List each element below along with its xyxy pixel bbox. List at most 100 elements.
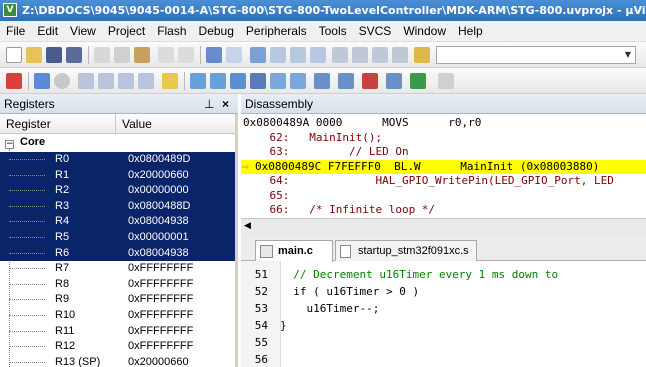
- uncomment-icon[interactable]: [392, 47, 408, 63]
- register-value[interactable]: 0xFFFFFFFF: [128, 339, 193, 355]
- register-value[interactable]: 0x0800488D: [128, 199, 190, 215]
- step-over-icon[interactable]: [98, 73, 114, 89]
- register-value[interactable]: 0x00000000: [128, 183, 189, 199]
- register-value[interactable]: 0x20000660: [128, 355, 189, 367]
- menu-flash[interactable]: Flash: [151, 21, 192, 42]
- tab-startup-s[interactable]: startup_stm32f091xc.s: [335, 240, 477, 261]
- disassembly-line[interactable]: 62: MainInit();: [241, 131, 646, 145]
- cut-icon[interactable]: [94, 47, 110, 63]
- show-next-statement-icon[interactable]: [162, 73, 178, 89]
- source-line[interactable]: 54}: [241, 317, 287, 334]
- nav-forward-icon[interactable]: [226, 47, 242, 63]
- horizontal-scrollbar[interactable]: ◀: [241, 218, 646, 237]
- comment-icon[interactable]: [372, 47, 388, 63]
- watch-window-icon[interactable]: [290, 73, 306, 89]
- save-icon[interactable]: [46, 47, 62, 63]
- save-all-icon[interactable]: [66, 47, 82, 63]
- stop-icon[interactable]: [54, 73, 70, 89]
- register-row[interactable]: R10 0xFFFFFFFF: [0, 308, 235, 324]
- system-viewer-icon[interactable]: [410, 73, 426, 89]
- register-column-header[interactable]: Register: [0, 114, 116, 134]
- step-out-icon[interactable]: [118, 73, 134, 89]
- menu-peripherals[interactable]: Peripherals: [240, 21, 313, 42]
- register-row[interactable]: R9 0xFFFFFFFF: [0, 292, 235, 308]
- call-stack-icon[interactable]: [270, 73, 286, 89]
- menu-debug[interactable]: Debug: [193, 21, 240, 42]
- register-row[interactable]: R11 0xFFFFFFFF: [0, 324, 235, 340]
- tab-main-c[interactable]: main.c: [255, 240, 333, 262]
- menu-view[interactable]: View: [64, 21, 102, 42]
- register-row[interactable]: R0 0x0800489D: [0, 152, 235, 168]
- register-value[interactable]: 0xFFFFFFFF: [128, 324, 193, 340]
- register-value[interactable]: 0x20000660: [128, 168, 189, 184]
- open-folder-icon[interactable]: [26, 47, 42, 63]
- register-row[interactable]: R6 0x08004938: [0, 245, 235, 262]
- symbols-window-icon[interactable]: [230, 73, 246, 89]
- disassembly-window-icon[interactable]: [210, 73, 226, 89]
- value-column-header[interactable]: Value: [116, 114, 235, 134]
- core-group-label[interactable]: Core: [20, 136, 45, 148]
- source-line[interactable]: 51 // Decrement u16Timer every 1 ms down…: [241, 266, 558, 283]
- menu-project[interactable]: Project: [102, 21, 151, 42]
- current-instruction-line[interactable]: ⇨ 0x0800489C F7FEFFF0 BL.W MainInit (0x08…: [241, 159, 646, 174]
- register-value[interactable]: 0xFFFFFFFF: [128, 277, 193, 293]
- source-line[interactable]: 55: [241, 334, 280, 351]
- register-value[interactable]: 0xFFFFFFFF: [128, 292, 193, 308]
- pin-icon[interactable]: ⊥: [204, 94, 214, 114]
- register-value[interactable]: 0xFFFFFFFF: [128, 261, 193, 277]
- undo-icon[interactable]: [158, 47, 174, 63]
- bookmark-prev-icon[interactable]: [270, 47, 286, 63]
- find-in-files-icon[interactable]: [414, 47, 430, 63]
- close-icon[interactable]: ×: [222, 94, 229, 114]
- unindent-icon[interactable]: [352, 47, 368, 63]
- disassembly-line[interactable]: 66: /* Infinite loop */: [241, 203, 646, 217]
- run-to-cursor-icon[interactable]: [138, 73, 154, 89]
- indent-icon[interactable]: [332, 47, 348, 63]
- chevron-down-icon[interactable]: ▼: [621, 47, 635, 63]
- register-row[interactable]: R13 (SP) 0x20000660: [0, 355, 235, 367]
- register-value[interactable]: 0x08004938: [128, 214, 189, 230]
- disassembly-line[interactable]: 63: // LED On: [241, 145, 646, 159]
- register-value[interactable]: 0x0800489D: [128, 152, 190, 168]
- analysis-window-icon[interactable]: [362, 73, 378, 89]
- source-line[interactable]: 53 u16Timer--;: [241, 300, 380, 317]
- memory-window-icon[interactable]: [314, 73, 330, 89]
- disassembly-line[interactable]: 65:: [241, 189, 646, 203]
- step-icon[interactable]: [78, 73, 94, 89]
- redo-icon[interactable]: [178, 47, 194, 63]
- disassembly-line[interactable]: 64: HAL_GPIO_WritePin(LED_GPIO_Port, LED: [241, 174, 646, 188]
- menu-edit[interactable]: Edit: [31, 21, 64, 42]
- register-row[interactable]: R1 0x20000660: [0, 167, 235, 184]
- registers-window-icon[interactable]: [250, 73, 266, 89]
- reset-cpu-icon[interactable]: [6, 73, 22, 89]
- find-combo[interactable]: ▼: [436, 46, 636, 64]
- trace-window-icon[interactable]: [386, 73, 402, 89]
- nav-back-icon[interactable]: [206, 47, 222, 63]
- register-row[interactable]: R3 0x0800488D: [0, 198, 235, 215]
- menu-file[interactable]: File: [0, 21, 31, 42]
- run-icon[interactable]: [34, 73, 50, 89]
- register-value[interactable]: 0xFFFFFFFF: [128, 308, 193, 324]
- register-row[interactable]: R2 0x00000000: [0, 183, 235, 199]
- menu-tools[interactable]: Tools: [313, 21, 353, 42]
- source-line[interactable]: 52 if ( u16Timer > 0 ): [241, 283, 419, 300]
- new-file-icon[interactable]: [6, 47, 22, 63]
- collapse-icon[interactable]: −: [5, 140, 14, 149]
- menu-window[interactable]: Window: [397, 21, 452, 42]
- register-value[interactable]: 0x08004938: [128, 246, 189, 262]
- bookmark-clear-icon[interactable]: [310, 47, 326, 63]
- register-row[interactable]: R7 0xFFFFFFFF: [0, 261, 235, 277]
- register-row[interactable]: R8 0xFFFFFFFF: [0, 277, 235, 293]
- register-row[interactable]: R4 0x08004938: [0, 214, 235, 230]
- toolbox-icon[interactable]: [438, 73, 454, 89]
- copy-icon[interactable]: [114, 47, 130, 63]
- register-row[interactable]: R12 0xFFFFFFFF: [0, 339, 235, 355]
- source-line[interactable]: 56: [241, 351, 280, 367]
- serial-window-icon[interactable]: [338, 73, 354, 89]
- paste-icon[interactable]: [134, 47, 150, 63]
- disassembly-line[interactable]: 0x0800489A 0000 MOVS r0,r0: [241, 116, 646, 130]
- register-value[interactable]: 0x00000001: [128, 230, 189, 246]
- register-row[interactable]: R5 0x00000001: [0, 230, 235, 246]
- bookmark-next-icon[interactable]: [290, 47, 306, 63]
- bookmark-icon[interactable]: [250, 47, 266, 63]
